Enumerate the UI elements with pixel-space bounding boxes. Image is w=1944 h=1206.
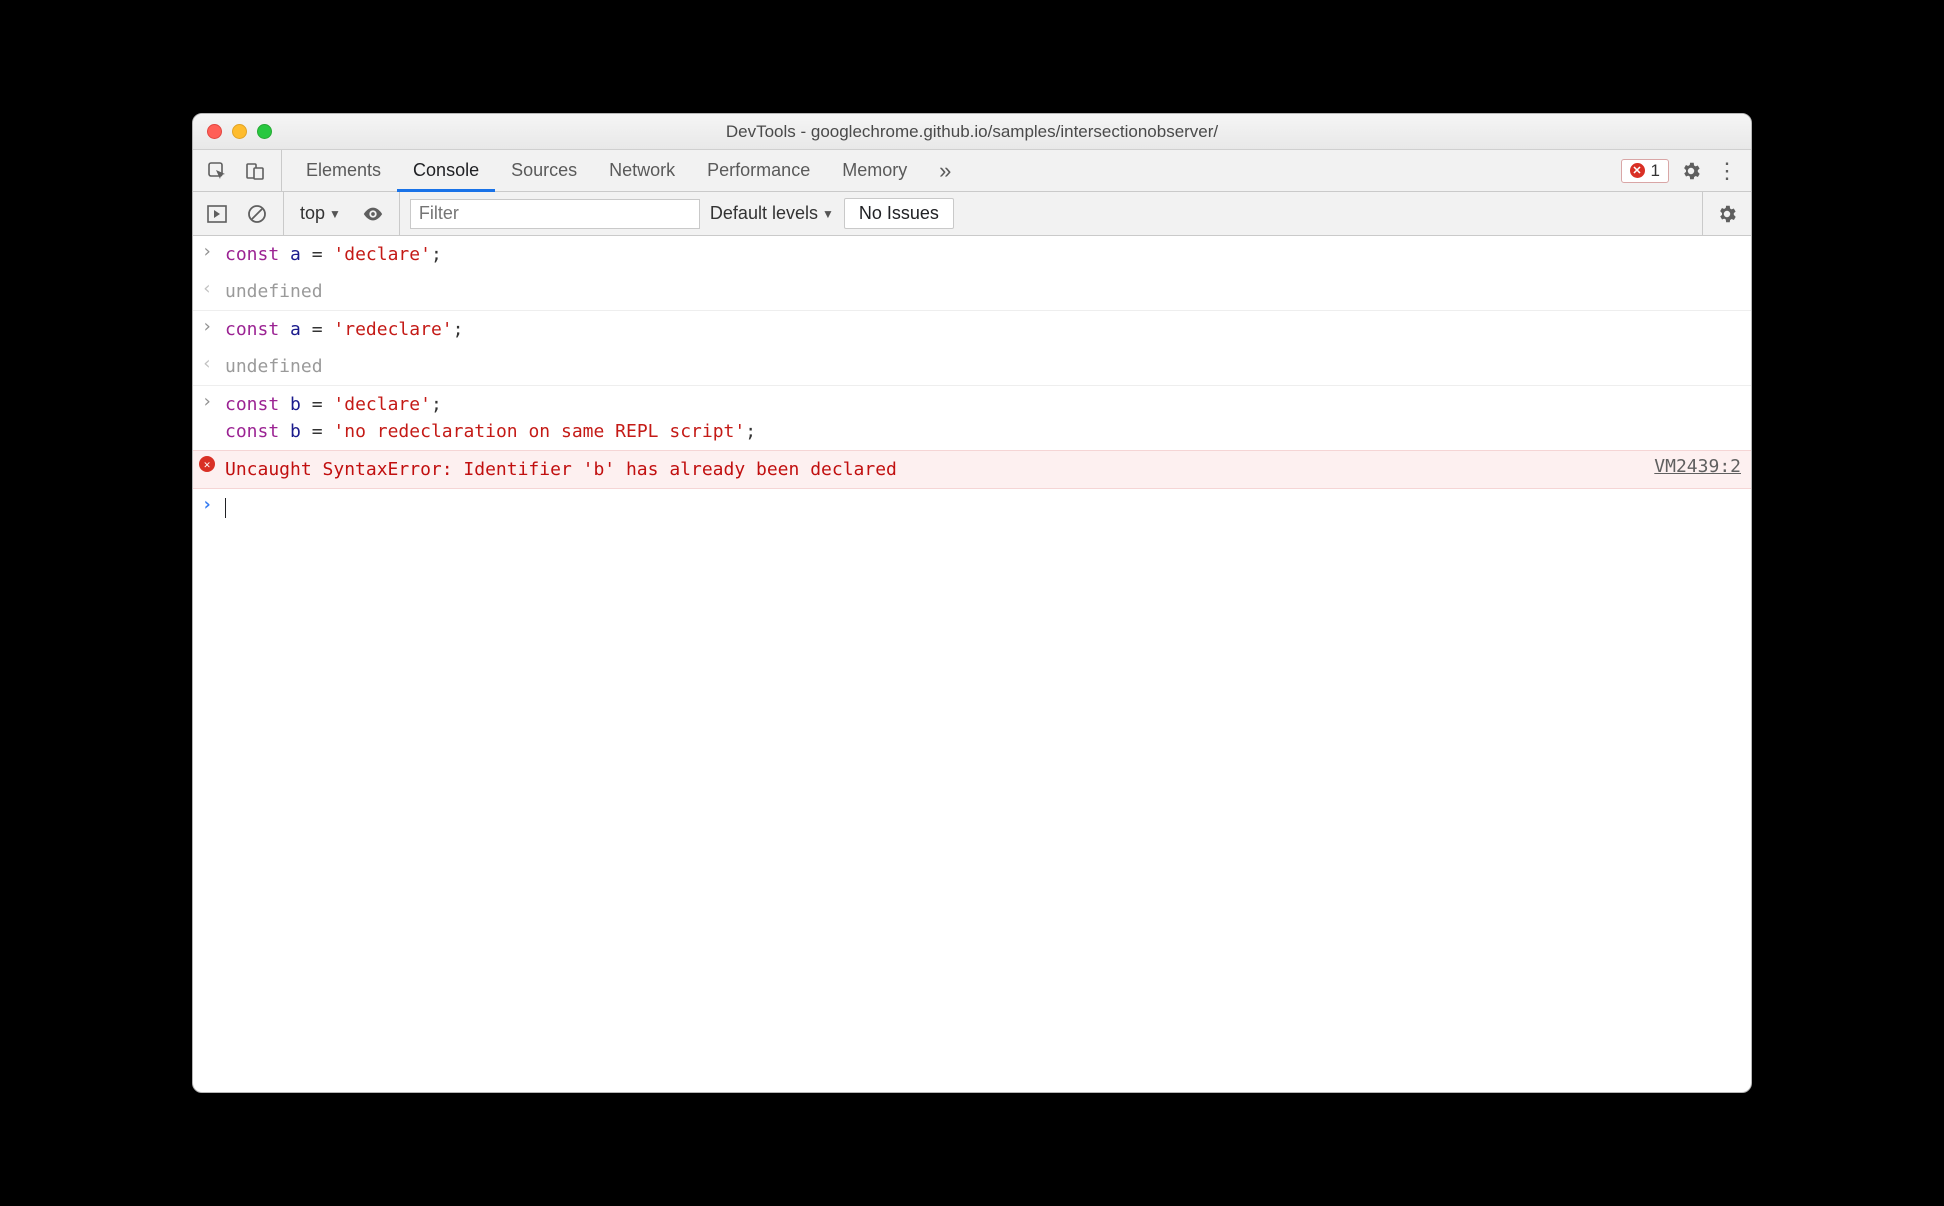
console-error-row: Uncaught SyntaxError: Identifier 'b' has… — [193, 450, 1751, 489]
error-count: 1 — [1651, 161, 1660, 181]
toggle-sidebar-icon[interactable] — [203, 200, 231, 228]
error-source-link[interactable]: VM2439:2 — [1634, 456, 1741, 477]
main-tabs: ElementsConsoleSourcesNetworkPerformance… — [193, 150, 1751, 192]
tab-network[interactable]: Network — [593, 150, 691, 191]
console-code: const b = 'declare'; const b = 'no redec… — [225, 391, 1741, 445]
output-chevron-icon: ‹ — [199, 353, 215, 374]
error-count-badge[interactable]: 1 — [1621, 159, 1669, 183]
console-output-row: ‹ undefined — [193, 348, 1751, 386]
inspect-element-icon[interactable] — [203, 157, 231, 185]
clear-console-icon[interactable] — [243, 200, 271, 228]
log-levels-selector[interactable]: Default levels ▼ — [710, 203, 834, 224]
titlebar: DevTools - googlechrome.github.io/sample… — [193, 114, 1751, 150]
issues-button[interactable]: No Issues — [844, 198, 954, 229]
input-chevron-icon: › — [199, 241, 215, 262]
console-settings-icon[interactable] — [1713, 200, 1741, 228]
devtools-window: DevTools - googlechrome.github.io/sample… — [192, 113, 1752, 1093]
more-tabs-icon[interactable]: » — [931, 157, 959, 185]
console-input-row: › const a = 'redeclare'; — [193, 311, 1751, 348]
tab-console[interactable]: Console — [397, 150, 495, 191]
console-output-row: ‹ undefined — [193, 273, 1751, 311]
tab-performance[interactable]: Performance — [691, 150, 826, 191]
console-code: const a = 'redeclare'; — [225, 316, 1741, 343]
console-input-row: › const a = 'declare'; — [193, 236, 1751, 273]
chevron-down-icon: ▼ — [329, 207, 341, 221]
output-chevron-icon: ‹ — [199, 278, 215, 299]
kebab-menu-icon[interactable]: ⋮ — [1713, 157, 1741, 185]
error-icon — [199, 456, 215, 472]
prompt-chevron-icon: › — [199, 494, 215, 515]
chevron-down-icon: ▼ — [822, 207, 834, 221]
context-label: top — [300, 203, 325, 224]
console-input-row: › const b = 'declare'; const b = 'no red… — [193, 386, 1751, 450]
console-input[interactable] — [225, 494, 1741, 521]
console-toolbar: top ▼ Default levels ▼ No Issues — [193, 192, 1751, 236]
filter-input[interactable] — [410, 199, 700, 229]
execution-context-selector[interactable]: top ▼ — [294, 203, 347, 224]
input-chevron-icon: › — [199, 391, 215, 412]
tab-memory[interactable]: Memory — [826, 150, 923, 191]
console-result: undefined — [225, 278, 1741, 305]
console-prompt-row[interactable]: › — [193, 489, 1751, 526]
console-result: undefined — [225, 353, 1741, 380]
levels-label: Default levels — [710, 203, 818, 224]
minimize-window-button[interactable] — [232, 124, 247, 139]
window-controls — [207, 124, 272, 139]
close-window-button[interactable] — [207, 124, 222, 139]
device-toolbar-icon[interactable] — [241, 157, 269, 185]
input-chevron-icon: › — [199, 316, 215, 337]
window-title: DevTools - googlechrome.github.io/sample… — [193, 122, 1751, 142]
live-expression-icon[interactable] — [359, 200, 387, 228]
tab-elements[interactable]: Elements — [290, 150, 397, 191]
console-output: › const a = 'declare'; ‹ undefined › con… — [193, 236, 1751, 1092]
tab-sources[interactable]: Sources — [495, 150, 593, 191]
maximize-window-button[interactable] — [257, 124, 272, 139]
error-message: Uncaught SyntaxError: Identifier 'b' has… — [225, 456, 1624, 483]
console-code: const a = 'declare'; — [225, 241, 1741, 268]
error-icon — [1630, 163, 1645, 178]
settings-icon[interactable] — [1677, 157, 1705, 185]
